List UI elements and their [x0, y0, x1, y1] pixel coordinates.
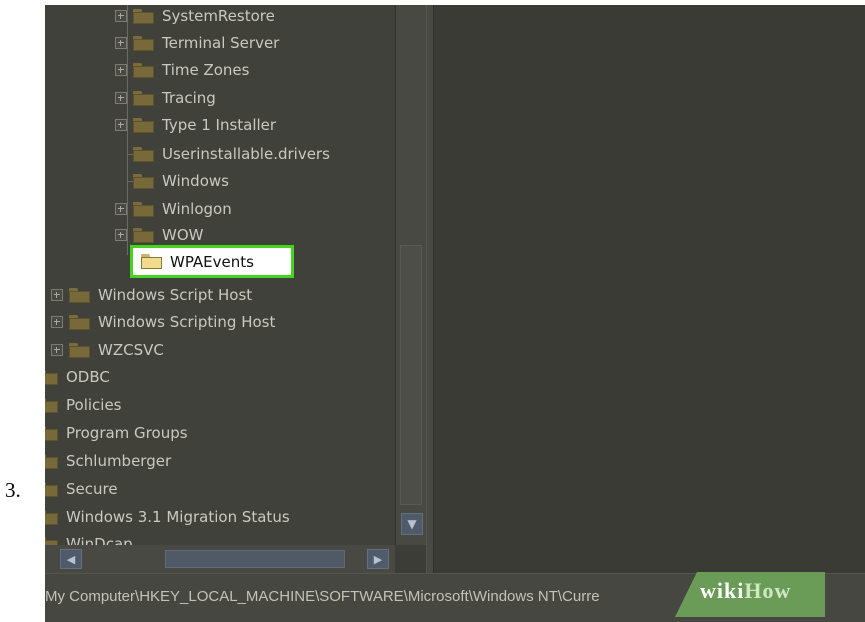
registry-tree-pane: SystemRestore Terminal Server Time Zones… [45, 5, 394, 545]
folder-icon [133, 201, 154, 217]
tree-item-label: SystemRestore [162, 7, 275, 25]
tree-item-tracing[interactable]: Tracing [115, 87, 216, 109]
tree-item-label: Time Zones [162, 61, 250, 79]
tree-vertical-scrollbar[interactable]: ▼ [395, 5, 426, 545]
folder-icon [133, 173, 154, 189]
open-folder-icon [141, 254, 162, 269]
folder-icon [45, 425, 58, 441]
horizontal-scroll-thumb[interactable] [165, 550, 345, 568]
tree-item-time-zones[interactable]: Time Zones [115, 59, 249, 81]
tree-item-odbc[interactable]: ODBC [45, 366, 110, 388]
tree-item-windcap[interactable]: WinDcap [45, 533, 133, 545]
tree-item-winlogon[interactable]: Winlogon [115, 198, 232, 220]
tree-item-label: Tracing [162, 89, 216, 107]
folder-icon [45, 536, 58, 545]
folder-icon [133, 117, 154, 133]
folder-icon [133, 146, 154, 162]
folder-icon [69, 287, 90, 303]
tree-item-label: WPAEvents [170, 252, 254, 271]
folder-icon [133, 62, 154, 78]
plus-expander-icon[interactable] [115, 37, 127, 49]
vertical-scroll-thumb[interactable] [400, 245, 422, 505]
tree-item-label: ODBC [66, 368, 110, 386]
tree-item-systemrestore[interactable]: SystemRestore [115, 5, 275, 27]
plus-expander-icon[interactable] [115, 229, 127, 241]
tree-item-windows[interactable]: Windows [115, 170, 229, 192]
tree-item-label: Schlumberger [66, 452, 172, 470]
tree-item-label: Userinstallable.drivers [162, 145, 330, 163]
tree-item-label: Program Groups [66, 424, 188, 442]
chevron-down-icon[interactable]: ▼ [401, 513, 423, 535]
tree-item-label: Windows [162, 172, 229, 190]
pane-splitter[interactable] [426, 5, 434, 573]
tree-item-wzcsvc[interactable]: WZCSVC [51, 339, 164, 361]
tree-item-windows-scripting-host[interactable]: Windows Scripting Host [51, 311, 275, 333]
tree-item-wow[interactable]: WOW [115, 224, 203, 246]
folder-icon [45, 453, 58, 469]
tree-item-policies[interactable]: Policies [45, 394, 121, 416]
folder-icon [45, 481, 58, 497]
tree-item-label: Winlogon [162, 200, 232, 218]
tree-item-label: Windows 3.1 Migration Status [66, 508, 290, 526]
watermark-how: How [744, 578, 792, 603]
folder-icon [69, 342, 90, 358]
tree-item-label: Type 1 Installer [162, 116, 277, 134]
tree-item-secure[interactable]: Secure [45, 478, 118, 500]
tree-item-type1-installer[interactable]: Type 1 Installer [115, 114, 276, 136]
tree-item-windows-script-host[interactable]: Windows Script Host [51, 284, 252, 306]
plus-expander-icon[interactable] [51, 289, 63, 301]
plus-expander-icon[interactable] [115, 10, 127, 22]
folder-icon [45, 397, 58, 413]
chevron-right-icon[interactable]: ▶ [367, 549, 389, 569]
plus-expander-icon[interactable] [115, 92, 127, 104]
folder-icon [133, 227, 154, 243]
step-number: 3. [5, 478, 21, 502]
tree-item-userinstallable-drivers[interactable]: Userinstallable.drivers [115, 143, 330, 165]
folder-icon [45, 509, 58, 525]
registry-values-pane[interactable] [434, 5, 865, 573]
tree-item-label: Windows Scripting Host [98, 313, 276, 331]
chevron-left-icon[interactable]: ◀ [60, 549, 82, 569]
plus-expander-icon[interactable] [115, 119, 127, 131]
tree-item-label: Terminal Server [162, 34, 280, 52]
tree-item-label: WOW [162, 226, 204, 244]
folder-icon [69, 314, 90, 330]
tree-item-label: WZCSVC [98, 341, 164, 359]
wikihow-watermark: wikiHow [700, 578, 791, 604]
tree-item-terminal-server[interactable]: Terminal Server [115, 32, 279, 54]
tree-item-label: Windows Script Host [98, 286, 253, 304]
tree-item-windows-31-migration-status[interactable]: Windows 3.1 Migration Status [45, 506, 290, 528]
folder-icon [133, 8, 154, 24]
tree-item-program-groups[interactable]: Program Groups [45, 422, 188, 444]
folder-icon [133, 90, 154, 106]
folder-icon [133, 35, 154, 51]
plus-expander-icon[interactable] [115, 64, 127, 76]
watermark-wiki: wiki [700, 578, 745, 603]
tree-item-schlumberger[interactable]: Schlumberger [45, 450, 171, 472]
tree-item-label: WinDcap [66, 535, 133, 545]
plus-expander-icon[interactable] [51, 316, 63, 328]
registry-path: My Computer\HKEY_LOCAL_MACHINE\SOFTWARE\… [45, 588, 600, 605]
tree-item-wpaevents-selected[interactable]: WPAEvents [130, 245, 294, 278]
plus-expander-icon[interactable] [51, 344, 63, 356]
tree-item-label: Secure [66, 480, 118, 498]
folder-icon [45, 369, 58, 385]
tree-horizontal-scrollbar[interactable]: ◀ ▶ [45, 545, 395, 573]
tree-item-label: Policies [66, 396, 122, 414]
registry-editor-window: SystemRestore Terminal Server Time Zones… [45, 5, 865, 622]
plus-expander-icon[interactable] [115, 203, 127, 215]
